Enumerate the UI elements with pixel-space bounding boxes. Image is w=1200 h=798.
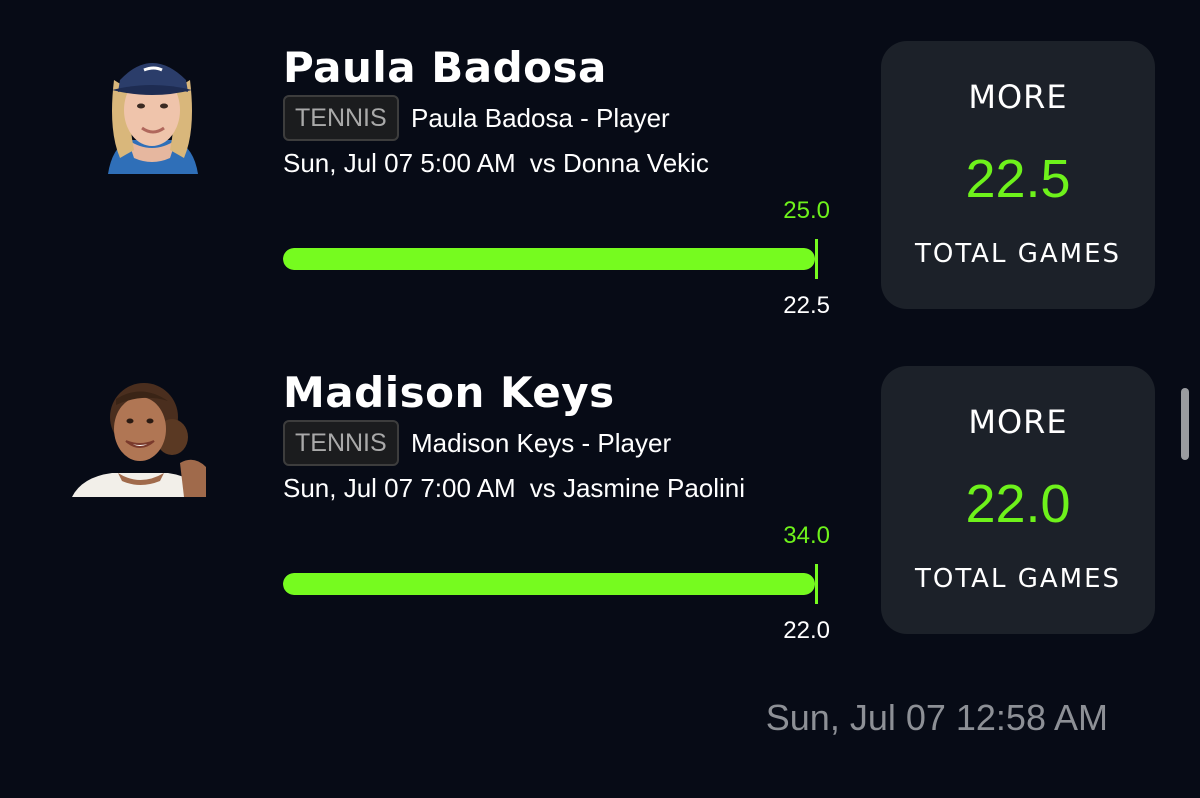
line-value: 22.5 (965, 149, 1071, 209)
progress-fill (283, 248, 815, 270)
match-datetime: Sun, Jul 07 5:00 AM (283, 148, 516, 178)
sport-badge: TENNIS (283, 95, 399, 141)
match-datetime: Sun, Jul 07 7:00 AM (283, 473, 516, 503)
bar-top-value: 25.0 (783, 197, 830, 224)
opponent: vs Donna Vekic (529, 148, 709, 178)
picks-screen: { "picks": [ { "player_name": "Paula Bad… (0, 0, 1200, 798)
player-name: Paula Badosa (283, 43, 607, 92)
player-photo-icon (98, 40, 206, 174)
progress-track (283, 573, 815, 595)
scrollbar-thumb[interactable] (1181, 388, 1189, 460)
player-subtitle: Paula Badosa - Player (411, 103, 670, 133)
opponent: vs Jasmine Paolini (529, 473, 746, 503)
direction-label: MORE (968, 403, 1068, 441)
bar-bottom-value: 22.5 (783, 292, 830, 319)
bar-top-value: 34.0 (783, 522, 830, 549)
pick-row[interactable]: Madison Keys TENNIS Madison Keys - Playe… (0, 325, 1200, 644)
player-photo-icon (72, 377, 206, 497)
line-marker (815, 564, 818, 604)
projection-card[interactable]: MORE 22.5 TOTAL GAMES (881, 41, 1155, 309)
message-timestamp: Sun, Jul 07 12:58 AM (765, 697, 1108, 738)
projection-card[interactable]: MORE 22.0 TOTAL GAMES (881, 366, 1155, 634)
sport-badge: TENNIS (283, 420, 399, 466)
pick-row[interactable]: Paula Badosa TENNIS Paula Badosa - Playe… (0, 0, 1200, 319)
match-schedule: Sun, Jul 07 5:00 AM vs Donna Vekic (283, 145, 709, 181)
progress-track (283, 248, 815, 270)
line-value: 22.0 (965, 474, 1071, 534)
stat-label: TOTAL GAMES (914, 564, 1122, 594)
player-name: Madison Keys (283, 368, 615, 417)
player-subtitle: Madison Keys - Player (411, 428, 672, 458)
line-marker (815, 239, 818, 279)
direction-label: MORE (968, 78, 1068, 116)
stat-label: TOTAL GAMES (914, 239, 1122, 269)
match-schedule: Sun, Jul 07 7:00 AM vs Jasmine Paolini (283, 470, 745, 506)
bar-bottom-value: 22.0 (783, 617, 830, 644)
progress-fill (283, 573, 815, 595)
